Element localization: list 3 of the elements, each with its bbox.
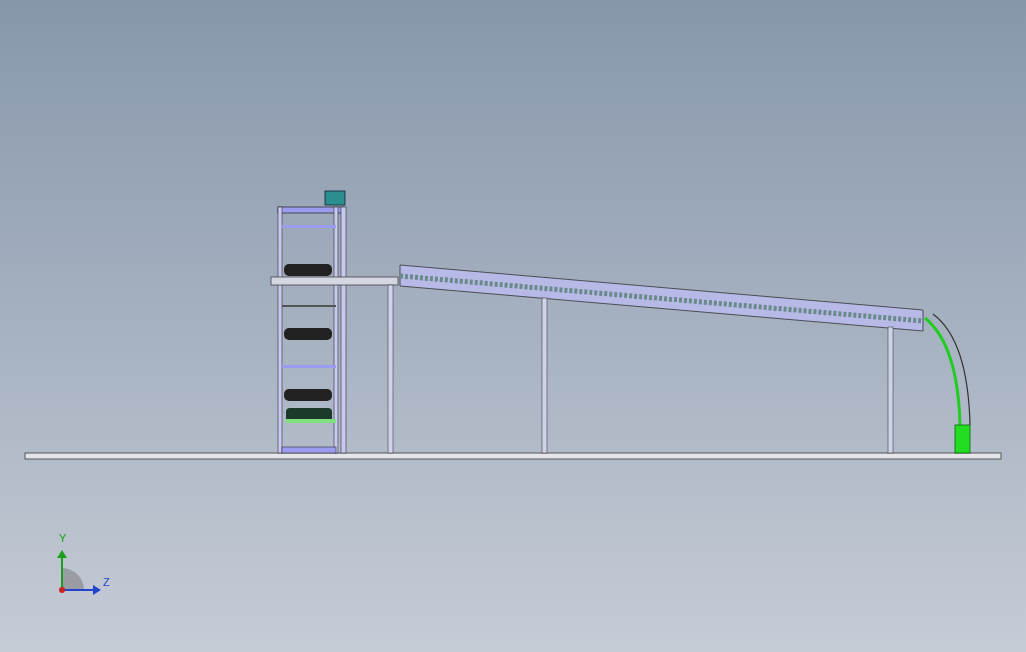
axis-triad-icon bbox=[57, 550, 101, 595]
z-axis-label: Z bbox=[103, 577, 110, 588]
y-axis-label: Y bbox=[59, 533, 67, 544]
